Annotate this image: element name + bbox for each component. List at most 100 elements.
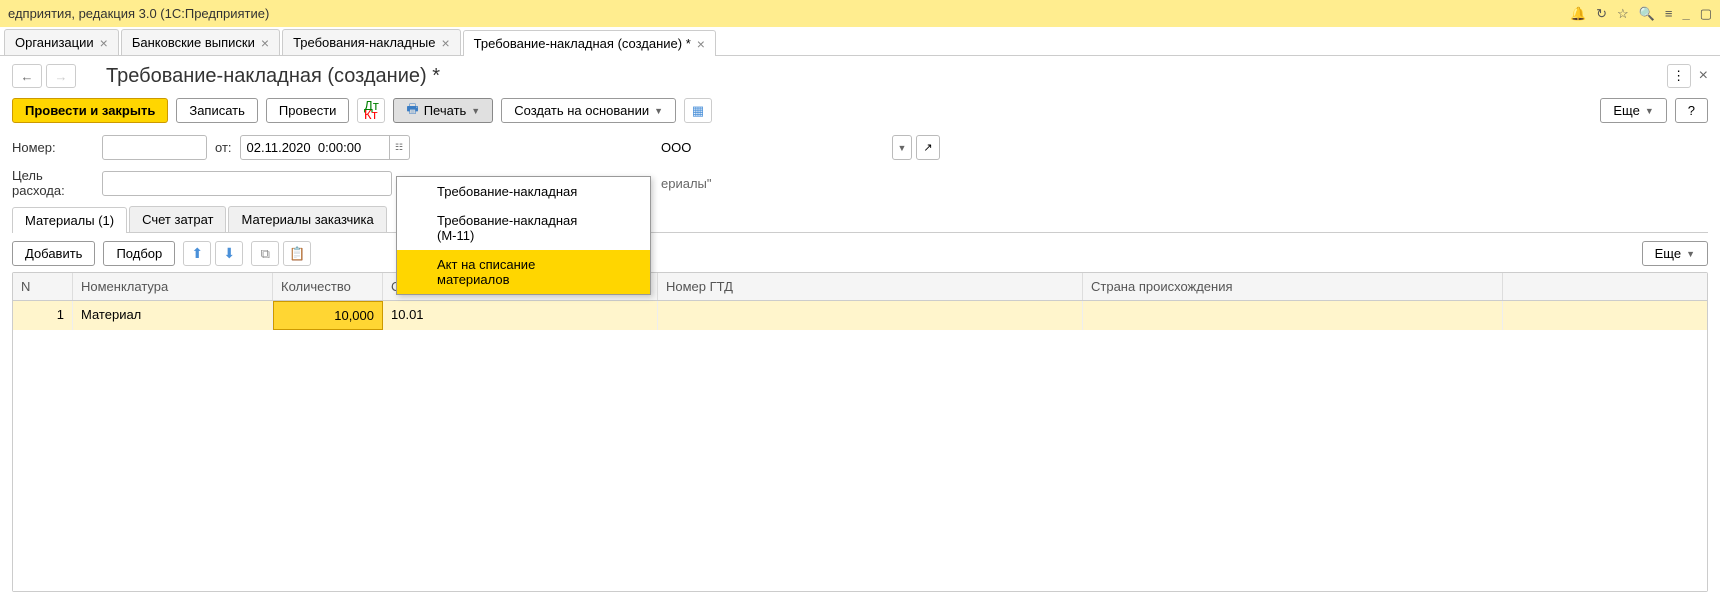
title-bar: едприятия, редакция 3.0 (1С:Предприятие)…: [0, 0, 1720, 27]
structure-button[interactable]: ▦: [684, 98, 712, 123]
close-icon[interactable]: ×: [441, 35, 449, 51]
tab-requisitions[interactable]: Требования-накладные ×: [282, 29, 461, 55]
menu-lines-icon[interactable]: ≡: [1665, 6, 1673, 21]
col-header-nomenclature[interactable]: Номенклатура: [73, 273, 273, 300]
nav-forward-button[interactable]: →: [46, 64, 76, 88]
tab-requisition-create[interactable]: Требование-накладная (создание) * ×: [463, 30, 716, 56]
button-label: Записать: [189, 103, 245, 118]
cell-nomenclature[interactable]: Материал: [73, 301, 273, 330]
header-row: ← → Требование-накладная (создание) * ⋮ …: [12, 64, 1708, 88]
cell-quantity[interactable]: 10,000: [273, 301, 383, 330]
main-toolbar: Провести и закрыть Записать Провести ДтК…: [12, 98, 1708, 123]
post-and-close-button[interactable]: Провести и закрыть: [12, 98, 168, 123]
button-label: Еще: [1655, 246, 1681, 261]
table-row[interactable]: 1 Материал 10,000 10.01: [13, 301, 1707, 330]
button-label: Добавить: [25, 246, 82, 261]
print-menu-requisition[interactable]: Требование-накладная: [397, 177, 650, 206]
col-header-n[interactable]: N: [13, 273, 73, 300]
grid-body[interactable]: 1 Материал 10,000 10.01: [13, 301, 1707, 591]
close-icon[interactable]: ×: [100, 35, 108, 51]
form-row-purpose: Цель расхода: ериалы": [12, 168, 1708, 198]
menu-item-label: Требование-накладная: [437, 184, 577, 199]
subtab-label: Счет затрат: [142, 212, 213, 227]
tab-label: Организации: [15, 35, 94, 50]
tab-label: Требования-накладные: [293, 35, 435, 50]
date-picker-icon[interactable]: ☷: [390, 135, 410, 160]
org-visible-fragment: ООО: [661, 135, 691, 160]
more-button[interactable]: Еще ▼: [1600, 98, 1666, 123]
number-input[interactable]: [102, 135, 207, 160]
search-icon[interactable]: 🔍: [1639, 6, 1655, 22]
sub-tabs: Материалы (1) Счет затрат Материалы зака…: [12, 206, 1708, 233]
purpose-input[interactable]: [102, 171, 392, 196]
cell-n[interactable]: 1: [13, 301, 73, 330]
col-header-gtd[interactable]: Номер ГТД: [658, 273, 1083, 300]
copy-button[interactable]: ⧉: [251, 241, 279, 266]
col-header-country[interactable]: Страна происхождения: [1083, 273, 1503, 300]
print-button[interactable]: 🖶 Печать ▼: [393, 98, 493, 123]
paste-button[interactable]: 📋: [283, 241, 311, 266]
chevron-down-icon: ▼: [1645, 106, 1654, 116]
post-button[interactable]: Провести: [266, 98, 350, 123]
title-text: едприятия, редакция 3.0 (1С:Предприятие): [8, 6, 1570, 21]
grid-header: N Номенклатура Количество Счет учета Ном…: [13, 273, 1707, 301]
page-title: Требование-накладная (создание) *: [106, 65, 1667, 88]
form-row-number-date: Номер: от: ☷ ООО ▼ ↗: [12, 135, 1708, 160]
org-dropdown-icon[interactable]: ▼: [892, 135, 912, 160]
grid-more-button[interactable]: Еще ▼: [1642, 241, 1708, 266]
create-based-button[interactable]: Создать на основании ▼: [501, 98, 676, 123]
cell-gtd[interactable]: [658, 301, 1083, 330]
select-items-button[interactable]: Подбор: [103, 241, 175, 266]
org-open-icon[interactable]: ↗: [916, 135, 940, 160]
print-menu-writeoff-act[interactable]: Акт на списание материалов: [397, 250, 650, 294]
cell-account[interactable]: 10.01: [383, 301, 658, 330]
close-page-icon[interactable]: ×: [1699, 67, 1708, 85]
add-row-button[interactable]: Добавить: [12, 241, 95, 266]
materials-grid: N Номенклатура Количество Счет учета Ном…: [12, 272, 1708, 592]
chevron-down-icon: ▼: [654, 106, 663, 116]
tab-organizations[interactable]: Организации ×: [4, 29, 119, 55]
close-icon[interactable]: ×: [261, 35, 269, 51]
button-label: Создать на основании: [514, 103, 649, 118]
dtkt-button[interactable]: ДтКт: [357, 98, 385, 123]
printer-icon: 🖶: [406, 100, 418, 122]
kebab-menu-icon[interactable]: ⋮: [1667, 64, 1691, 88]
subtab-customer-materials[interactable]: Материалы заказчика: [228, 206, 386, 232]
chevron-down-icon: ▼: [1686, 249, 1695, 259]
menu-item-label: Требование-накладная (М-11): [437, 213, 577, 243]
purpose-label: Цель расхода:: [12, 168, 94, 198]
subtab-materials[interactable]: Материалы (1): [12, 207, 127, 233]
button-label: Провести и закрыть: [25, 103, 155, 118]
subtab-cost-account[interactable]: Счет затрат: [129, 206, 226, 232]
print-menu-requisition-m11[interactable]: Требование-накладная (М-11): [397, 206, 650, 250]
number-label: Номер:: [12, 140, 94, 155]
save-button[interactable]: Записать: [176, 98, 258, 123]
star-icon[interactable]: ☆: [1617, 6, 1629, 22]
button-label: ?: [1688, 103, 1695, 118]
title-bar-icons: 🔔 ↻ ☆ 🔍 ≡ _ ▢: [1570, 6, 1712, 22]
minimize-window-icon[interactable]: _: [1682, 6, 1689, 21]
maximize-window-icon[interactable]: ▢: [1700, 6, 1712, 22]
button-label: Провести: [279, 103, 337, 118]
nav-back-button[interactable]: ←: [12, 64, 42, 88]
tab-bar: Организации × Банковские выписки × Требо…: [0, 27, 1720, 56]
tab-label: Требование-накладная (создание) *: [474, 36, 691, 51]
cell-country[interactable]: [1083, 301, 1503, 330]
tab-label: Банковские выписки: [132, 35, 255, 50]
move-down-button[interactable]: ⬇: [215, 241, 243, 266]
subtab-label: Материалы заказчика: [241, 212, 373, 227]
print-dropdown-menu: Требование-накладная Требование-накладна…: [396, 176, 651, 295]
move-up-button[interactable]: ⬆: [183, 241, 211, 266]
tab-bank-statements[interactable]: Банковские выписки ×: [121, 29, 280, 55]
help-button[interactable]: ?: [1675, 98, 1708, 123]
hidden-text-fragment: ериалы": [661, 176, 712, 191]
col-header-quantity[interactable]: Количество: [273, 273, 383, 300]
grid-toolbar: Добавить Подбор ⬆ ⬇ ⧉ 📋 Еще ▼: [12, 241, 1708, 266]
date-label: от:: [215, 140, 232, 155]
bell-icon[interactable]: 🔔: [1570, 6, 1586, 22]
button-label: Печать: [424, 103, 467, 118]
content-area: ← → Требование-накладная (создание) * ⋮ …: [0, 56, 1720, 600]
close-icon[interactable]: ×: [697, 36, 705, 52]
date-input[interactable]: [240, 135, 390, 160]
history-icon[interactable]: ↻: [1596, 6, 1607, 22]
